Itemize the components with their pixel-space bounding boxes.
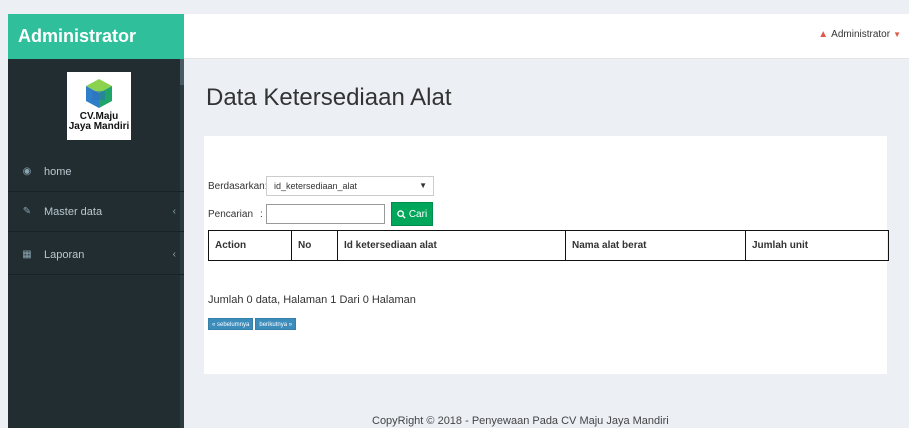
footer-copyright: CopyRight © 2018 - Penyewaan Pada CV Maj… <box>372 415 669 427</box>
column-header-id: Id ketersediaan alat <box>337 230 566 261</box>
search-button[interactable]: Cari <box>391 202 433 226</box>
sidebar-item-master-data[interactable]: ✎ Master data ‹ <box>8 192 184 232</box>
search-label-row: Pencarian : <box>208 209 263 220</box>
app-logo-title[interactable]: Administrator <box>8 14 184 59</box>
content-box: Berdasarkan: id_ketersediaan_alat ▼ Penc… <box>204 136 889 374</box>
pagination: « sebelumnya berikutnya » <box>208 318 297 330</box>
column-header-action: Action <box>208 230 292 261</box>
filter-label: Berdasarkan: <box>208 181 268 192</box>
search-button-label: Cari <box>408 208 428 220</box>
sidebar-item-label: Master data <box>44 205 103 218</box>
column-header-nama-alat: Nama alat berat <box>565 230 746 261</box>
company-name: CV.Maju Jaya Mandiri <box>67 112 131 132</box>
user-icon: ▲ <box>818 29 829 40</box>
next-page-button[interactable]: berikutnya » <box>255 318 297 330</box>
company-name-line2: Jaya Mandiri <box>68 121 130 132</box>
caret-down-icon: ▼ <box>893 30 901 39</box>
search-input[interactable] <box>266 204 385 224</box>
dropdown-arrow-icon: ▼ <box>419 181 427 190</box>
sidebar-item-label: Laporan <box>44 248 85 261</box>
previous-page-button[interactable]: « sebelumnya <box>208 318 254 330</box>
sidebar-item-label: home <box>44 165 72 178</box>
bar-chart-icon: ▦ <box>22 249 32 260</box>
data-table: Action No Id ketersediaan alat Nama alat… <box>208 230 889 261</box>
filter-select[interactable]: id_ketersediaan_alat ▼ <box>266 176 434 196</box>
table-header-row: Action No Id ketersediaan alat Nama alat… <box>208 230 889 261</box>
page-title: Data Ketersediaan Alat <box>206 84 452 111</box>
user-menu-label: Administrator <box>831 29 891 40</box>
edit-icon: ✎ <box>22 206 32 217</box>
logo-mark-icon <box>86 79 112 108</box>
column-header-jumlah-unit: Jumlah unit <box>745 230 889 261</box>
top-navbar: ▲ Administrator ▼ <box>184 14 909 59</box>
user-menu[interactable]: ▲ Administrator ▼ <box>818 29 901 40</box>
pagination-summary: Jumlah 0 data, Halaman 1 Dari 0 Halaman <box>208 294 416 306</box>
sidebar: CV.Maju Jaya Mandiri ◉ home ✎ Master dat… <box>8 59 184 428</box>
dashboard-icon: ◉ <box>22 166 32 177</box>
column-header-no: No <box>291 230 338 261</box>
sidebar-scroll-thumb[interactable] <box>180 59 184 85</box>
search-label: Pencarian <box>208 209 254 220</box>
search-icon <box>397 209 406 219</box>
search-label-colon: : <box>260 209 263 220</box>
chevron-left-icon: ‹ <box>172 249 176 260</box>
sidebar-item-laporan[interactable]: ▦ Laporan ‹ <box>8 235 184 275</box>
sidebar-item-home[interactable]: ◉ home <box>8 152 184 192</box>
filter-select-value: id_ketersediaan_alat <box>274 181 358 191</box>
company-logo: CV.Maju Jaya Mandiri <box>67 72 131 140</box>
chevron-left-icon: ‹ <box>172 206 176 217</box>
